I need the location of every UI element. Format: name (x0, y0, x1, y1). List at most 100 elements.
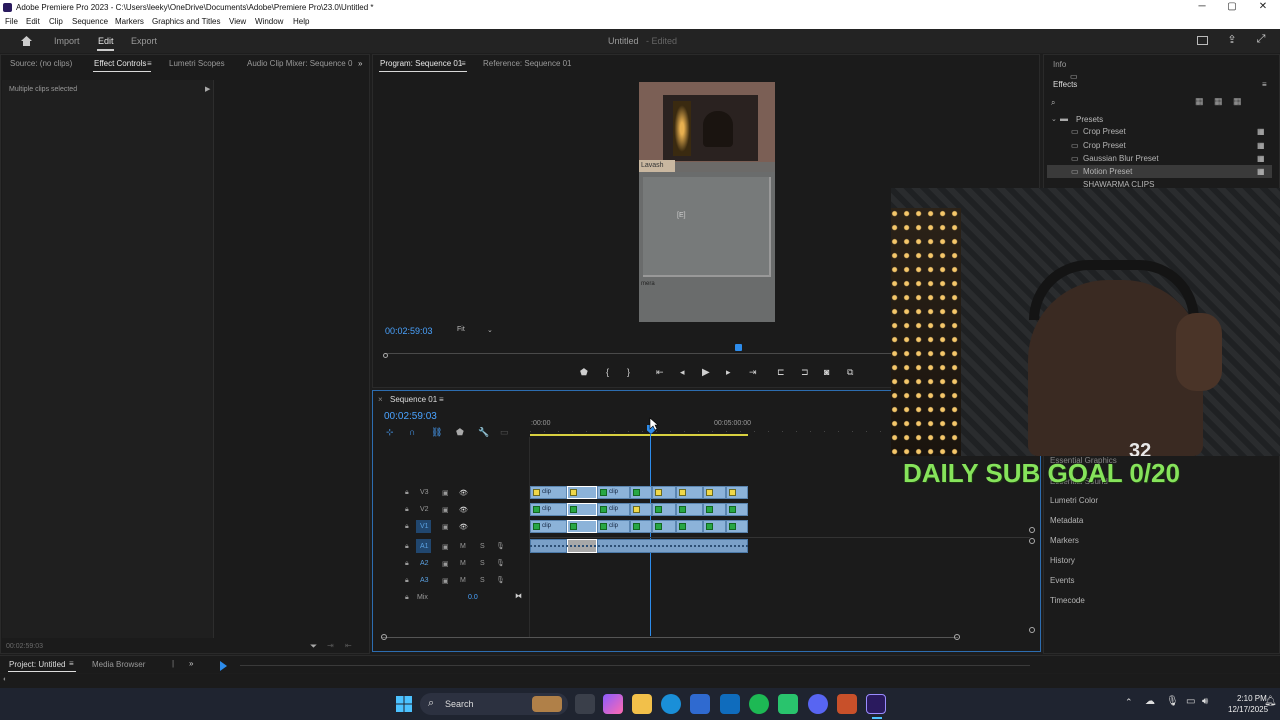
clip-v2-3[interactable]: clip (597, 503, 630, 516)
export-tab[interactable]: Export (131, 36, 157, 46)
clip-v2-6[interactable] (676, 503, 703, 516)
eye-icon-v3[interactable]: 👁︎ (459, 489, 468, 497)
play-button[interactable]: ▶ (702, 367, 710, 378)
home-icon[interactable] (20, 35, 33, 47)
sync-icon-a2[interactable]: ▣ (442, 560, 449, 568)
menu-window[interactable]: Window (255, 17, 283, 26)
project-tab[interactable]: Project: Untitled (9, 660, 65, 669)
menu-file[interactable]: File (5, 17, 18, 26)
32bit-effects-icon[interactable]: ▦ (1214, 96, 1223, 107)
clip-v3-3[interactable]: clip (597, 486, 630, 499)
import-tab[interactable]: Import (54, 36, 80, 46)
menu-graphics-titles[interactable]: Graphics and Titles (152, 17, 220, 26)
mic-icon-a3[interactable]: 🎙︎ (496, 576, 505, 584)
fullscreen-icon[interactable]: ⤢ (1254, 33, 1268, 46)
tab-program[interactable]: Program: Sequence 01 (380, 59, 462, 68)
clip-v2-7[interactable] (703, 503, 726, 516)
onedrive-icon[interactable]: ☁ (1145, 696, 1155, 707)
scrubber-in-point[interactable] (383, 353, 388, 358)
sync-icon-a1[interactable]: ▣ (442, 543, 449, 551)
minimize-button[interactable]: ─ (1187, 1, 1217, 14)
preset-item-crop-2[interactable]: Crop Preset (1083, 141, 1126, 150)
solo-a2[interactable]: S (480, 560, 485, 567)
mic-icon-a2[interactable]: 🎙︎ (496, 559, 505, 567)
task-view-icon[interactable] (575, 694, 595, 714)
windows-start-icon[interactable] (396, 696, 412, 712)
edge-icon[interactable] (661, 694, 681, 714)
mute-a2[interactable]: M (460, 560, 466, 567)
search-icon[interactable]: ⌕ (1051, 98, 1055, 108)
panel-lumetri-color[interactable]: Lumetri Color (1050, 496, 1098, 505)
spotify-icon[interactable] (749, 694, 769, 714)
mix-go-to-icon[interactable]: ⧓ (515, 592, 522, 600)
taskbar-time[interactable]: 2:10 PM (1237, 694, 1267, 703)
clip-v1-1[interactable]: clip (530, 520, 567, 533)
preset-item-motion[interactable]: Motion Preset (1083, 167, 1132, 176)
edit-tab[interactable]: Edit (98, 36, 114, 46)
tab-source[interactable]: Source: (no clips) (10, 59, 72, 68)
effects-menu-icon[interactable]: ≡ (1262, 80, 1267, 89)
timeline-h-scrollbar[interactable] (382, 637, 958, 638)
taskbar-search-box[interactable]: ⌕ Search (420, 693, 568, 715)
menu-sequence[interactable]: Sequence (72, 17, 108, 26)
lock-icon-v1[interactable]: 🔒︎ (405, 523, 409, 531)
clip-v1-3[interactable]: clip (597, 520, 630, 533)
notifications-icon[interactable]: 🔔︎ (1264, 696, 1277, 707)
tab-effect-controls[interactable]: Effect Controls (94, 59, 146, 68)
clip-v1-2[interactable] (567, 520, 597, 533)
project-menu-icon[interactable]: ≡ (69, 659, 74, 668)
program-video-frame[interactable]: Lavash [E] mera (639, 82, 775, 322)
premiere-taskbar-icon[interactable] (866, 694, 886, 714)
solo-a3[interactable]: S (480, 577, 485, 584)
v-scroll-handle-bottom[interactable] (1029, 538, 1035, 544)
file-explorer-icon[interactable] (632, 694, 652, 714)
mix-value[interactable]: 0.0 (468, 594, 478, 601)
sequence-menu-icon[interactable]: ≡ (439, 395, 444, 404)
presets-folder[interactable]: Presets (1076, 115, 1103, 124)
tab-menu-icon[interactable]: ≡ (147, 59, 152, 68)
sync-icon-v3[interactable]: ▣ (442, 489, 449, 497)
panel-history[interactable]: History (1050, 556, 1075, 565)
effects-tab[interactable]: Effects (1053, 80, 1077, 89)
mark-in-icon[interactable]: { (606, 367, 609, 377)
lift-icon[interactable]: ⊏ (777, 367, 785, 378)
tray-chevron-icon[interactable]: ⌃ (1125, 697, 1133, 708)
program-playhead[interactable] (735, 344, 742, 351)
expand-arrow-icon[interactable]: ▶ (205, 85, 210, 93)
yuv-effects-icon[interactable]: ▦ (1233, 96, 1242, 107)
menu-help[interactable]: Help (293, 17, 309, 26)
clip-v2-5[interactable] (652, 503, 676, 516)
panel-timecode[interactable]: Timecode (1050, 596, 1085, 605)
program-menu-icon[interactable]: ≡ (461, 59, 466, 68)
step-icon[interactable]: ⇥ (327, 641, 334, 650)
go-to-in-icon[interactable]: ⇤ (656, 367, 664, 378)
mute-a3[interactable]: M (460, 577, 466, 584)
filter-icon[interactable]: ⏷ (310, 641, 317, 652)
panel-markers[interactable]: Markers (1050, 536, 1079, 545)
lock-icon-mix[interactable]: 🔒︎ (405, 594, 409, 602)
clip-v1-8[interactable] (726, 520, 748, 533)
menu-view[interactable]: View (229, 17, 246, 26)
clip-v3-5[interactable] (652, 486, 676, 499)
linked-selection-icon[interactable]: ⛓ (431, 427, 442, 438)
close-sequence-icon[interactable]: × (378, 395, 383, 404)
presets-chevron-icon[interactable]: ⌄ (1051, 115, 1057, 123)
mic-icon-a1[interactable]: 🎙︎ (496, 542, 505, 550)
snap-icon[interactable]: ∩ (409, 427, 415, 437)
timeline-timecode[interactable]: 00:02:59:03 (384, 411, 437, 422)
share-icon[interactable]: ⇪ (1225, 33, 1239, 46)
clip-v3-1[interactable]: clip (530, 486, 567, 499)
menu-markers[interactable]: Markers (115, 17, 144, 26)
step-forward-icon[interactable]: ▸ (726, 367, 731, 378)
solo-a1[interactable]: S (480, 543, 485, 550)
panel-events[interactable]: Events (1050, 576, 1074, 585)
clip-v1-7[interactable] (703, 520, 726, 533)
clip-v1-5[interactable] (652, 520, 676, 533)
mute-a1[interactable]: M (460, 543, 466, 550)
v-scroll-handle-end[interactable] (1029, 627, 1035, 633)
lock-icon-a2[interactable]: 🔒︎ (405, 560, 409, 568)
h-scroll-right-handle[interactable] (954, 634, 960, 640)
clip-v3-7[interactable] (703, 486, 726, 499)
program-timecode[interactable]: 00:02:59:03 (385, 326, 433, 336)
close-button[interactable]: ✕ (1248, 1, 1278, 14)
